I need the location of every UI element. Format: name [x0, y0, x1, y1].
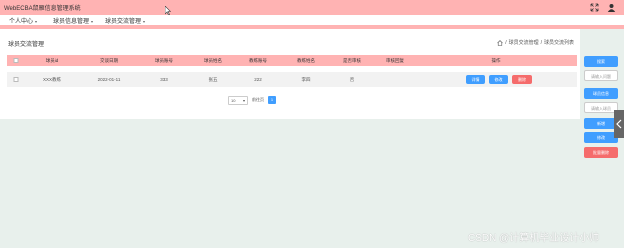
breadcrumb-item[interactable]: 球员交流管理 [509, 39, 539, 46]
main-panel: 球员交流管理 / 球员交流管理 / 球员交流列表 球员id 交谈日期 球员账号 … [0, 29, 580, 119]
chevron-down-icon: ▾ [143, 19, 146, 24]
breadcrumb-item: 球员交流列表 [543, 40, 574, 46]
column-header[interactable]: 球员id [46, 58, 59, 64]
column-header: 操作 [491, 58, 501, 63]
add-button[interactable]: 新增 [584, 118, 618, 129]
search-button[interactable]: 搜索 [584, 56, 618, 67]
column-header[interactable]: 球员账号 [155, 58, 173, 64]
page-size-select[interactable]: 10 ▾ [228, 95, 248, 105]
row-checkbox[interactable] [13, 77, 19, 82]
batch-delete-button[interactable]: 批量删除 [584, 147, 618, 158]
column-header[interactable]: 球员姓名 [204, 58, 222, 64]
table-row: XXX教练 2022-01-11 333 张五 222 李四 否 详情 修改 删… [7, 72, 577, 87]
home-icon[interactable] [497, 39, 503, 46]
table-cell: 222 [254, 77, 262, 82]
nav-bar: 个人中心 ▾ 球员信息管理 ▾ 球员交流管理 ▾ [0, 15, 624, 25]
edit-button[interactable]: 修改 [489, 75, 508, 84]
user-icon[interactable] [607, 3, 616, 12]
top-bar: WebECBA鼠雁信息管理系统 [0, 0, 624, 15]
modify-button[interactable]: 修改 [584, 132, 618, 143]
table-cell: 李四 [301, 77, 311, 82]
pagination: 10 ▾ 前往页 1 [228, 95, 276, 105]
goto-label: 前往页 [252, 97, 264, 102]
nav-item-player-info[interactable]: 球员信息管理 ▾ [53, 16, 93, 25]
chevron-left-icon [616, 119, 622, 129]
table-cell: 333 [160, 77, 168, 82]
breadcrumb: / 球员交流管理 / 球员交流列表 [497, 39, 574, 46]
player-search-input[interactable]: 请输入球员 [584, 102, 618, 113]
app-title: WebECBA鼠雁信息管理系统 [4, 6, 81, 12]
data-table: 球员id 交谈日期 球员账号 球员姓名 教练账号 教练姓名 是否审核 审核回复 … [7, 55, 577, 87]
column-header: 审核回复 [386, 58, 404, 63]
breadcrumb-separator: / [505, 39, 507, 46]
detail-button[interactable]: 详情 [466, 75, 485, 84]
breadcrumb-separator: / [540, 39, 542, 46]
page-size-value: 10 [231, 97, 236, 103]
cursor-icon [165, 6, 171, 15]
select-all-checkbox[interactable] [13, 58, 19, 63]
column-header[interactable]: 教练姓名 [297, 58, 315, 64]
player-info-button[interactable]: 球员信息 [584, 88, 618, 99]
nav-item-player-exchange[interactable]: 球员交流管理 ▾ [105, 16, 145, 25]
chevron-down-icon: ▾ [91, 19, 94, 24]
column-header[interactable]: 是否审核 [343, 58, 361, 64]
table-cell: 2022-01-11 [97, 77, 121, 82]
side-tab-handle[interactable] [614, 110, 624, 138]
chevron-down-icon: ▾ [242, 97, 245, 103]
nav-item-personal[interactable]: 个人中心 ▾ [9, 16, 37, 25]
table-header: 球员id 交谈日期 球员账号 球员姓名 教练账号 教练姓名 是否审核 审核回复 … [7, 55, 577, 66]
table-cell: 否 [349, 77, 355, 82]
expand-icon[interactable] [590, 3, 599, 12]
chevron-down-icon: ▾ [35, 19, 38, 24]
delete-button[interactable]: 删除 [512, 75, 532, 84]
question-search-input[interactable]: 请输入问题 [584, 70, 618, 81]
page-number-current[interactable]: 1 [268, 96, 276, 104]
column-header[interactable]: 交谈日期 [100, 58, 118, 64]
table-cell: 张五 [208, 77, 218, 82]
column-header[interactable]: 教练账号 [249, 58, 267, 64]
page-title: 球员交流管理 [8, 42, 45, 48]
table-cell: XXX教练 [42, 77, 62, 82]
watermark: CSDN @计算机毕业设计小帅 [468, 233, 600, 244]
